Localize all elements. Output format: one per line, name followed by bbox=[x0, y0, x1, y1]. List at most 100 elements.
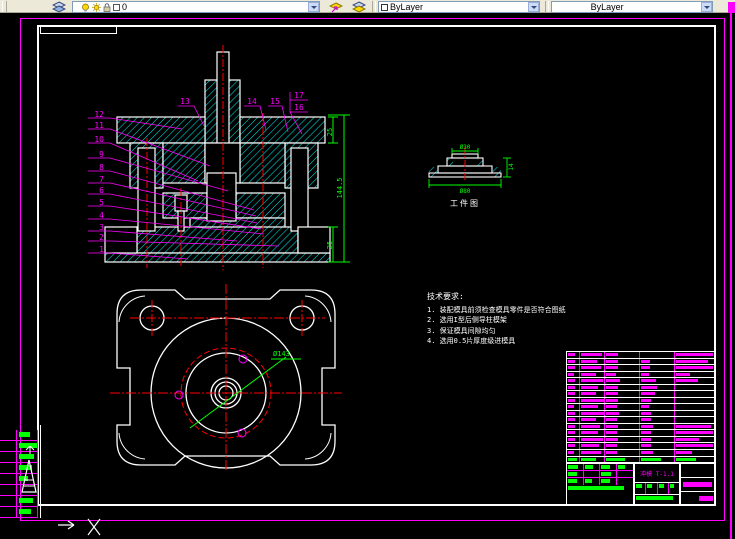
dim-plate-top: 25 bbox=[326, 128, 334, 136]
cell-material bbox=[640, 371, 676, 378]
cell-code bbox=[580, 397, 606, 404]
workpiece-dim-top: Ø30 bbox=[460, 144, 471, 151]
title-block-right bbox=[680, 463, 716, 506]
ucs-icon-fragment bbox=[58, 518, 101, 536]
cell-item-no bbox=[567, 456, 581, 463]
cell-material bbox=[640, 391, 676, 397]
make-object-layer-current-button[interactable] bbox=[326, 0, 346, 13]
cell-code bbox=[580, 456, 606, 463]
cell-item-no bbox=[567, 384, 581, 391]
layer-previous-button[interactable] bbox=[349, 0, 369, 13]
cell-remark bbox=[675, 385, 715, 391]
cell-material bbox=[640, 436, 676, 443]
frame-zone-box bbox=[40, 25, 117, 34]
drawing-code: 冲模 T-1.1 bbox=[634, 463, 680, 483]
svg-text:14: 14 bbox=[247, 97, 257, 106]
cell-code bbox=[580, 449, 606, 456]
cell-item-no bbox=[567, 358, 581, 365]
cell-code bbox=[580, 391, 606, 397]
layer-previous-icon bbox=[352, 1, 366, 13]
cell-item-no bbox=[567, 430, 581, 436]
dim-overall-height: 144.5 bbox=[336, 177, 344, 198]
notes-title: 技术要求: bbox=[427, 292, 464, 301]
cell-item-no bbox=[567, 449, 581, 456]
cell-name bbox=[605, 430, 640, 436]
cell-material bbox=[640, 443, 676, 449]
dim-plate-bottom: 25 bbox=[326, 241, 334, 249]
linetype-control-combo[interactable]: ByLayer bbox=[551, 1, 713, 13]
linetype-combo-arrow[interactable] bbox=[701, 2, 712, 12]
parts-list-table bbox=[566, 351, 716, 463]
cell-name bbox=[605, 391, 640, 397]
workpiece-dim-right: 14 bbox=[508, 163, 515, 171]
cell-name bbox=[605, 358, 640, 365]
cell-remark bbox=[675, 398, 715, 404]
cell-item-no bbox=[567, 443, 581, 449]
note-line: 2. 选用I型后侧导柱模架 bbox=[427, 316, 507, 324]
cell-code bbox=[580, 365, 606, 371]
mold-section-view: 25 144.5 25 12 11 10 9 8 7 6 5 4 3 2 1 1… bbox=[88, 45, 350, 270]
toolbar-separator bbox=[545, 1, 549, 12]
toolbar-separator bbox=[372, 1, 376, 12]
cell-remark bbox=[675, 430, 715, 436]
cell-material bbox=[640, 404, 676, 410]
cell-name bbox=[605, 410, 640, 417]
layer-properties-button[interactable] bbox=[50, 0, 68, 13]
cell-item-no bbox=[567, 436, 581, 443]
title-block: 冲模 T-1.1 bbox=[566, 351, 716, 506]
cell-code bbox=[580, 404, 606, 410]
cell-name bbox=[605, 378, 640, 384]
note-line: 3. 保证模具间隙均匀 bbox=[427, 326, 496, 335]
cell-remark bbox=[675, 450, 715, 456]
cell-code bbox=[580, 443, 606, 449]
cell-code bbox=[580, 423, 606, 430]
cell-material bbox=[640, 417, 676, 423]
table-row bbox=[0, 430, 37, 441]
app-window: { "toolbar": { "layer_combo": {"value": … bbox=[0, 0, 735, 539]
svg-text:15: 15 bbox=[270, 97, 280, 106]
cell-code bbox=[580, 436, 606, 443]
cell-name bbox=[605, 436, 640, 443]
viewport-right-edge bbox=[730, 13, 732, 539]
cell-remark bbox=[675, 437, 715, 443]
mark-cell bbox=[681, 464, 715, 478]
mold-plan-view: Ø143 bbox=[110, 284, 342, 470]
cell-item-no bbox=[567, 423, 581, 430]
current-color-value: ByLayer bbox=[390, 2, 424, 12]
cell-remark bbox=[675, 365, 715, 371]
paperspace-ucs-icon bbox=[21, 446, 37, 493]
sun-icon bbox=[92, 2, 101, 12]
toolbar-grip[interactable] bbox=[2, 1, 7, 12]
make-layer-current-icon bbox=[329, 2, 343, 13]
cell-item-no bbox=[567, 391, 581, 397]
cell-item-no bbox=[567, 410, 581, 417]
cell-name bbox=[605, 404, 640, 410]
cell-item-no bbox=[567, 378, 581, 384]
cell-material bbox=[640, 449, 676, 456]
scale-cell bbox=[681, 492, 715, 505]
cell-name bbox=[605, 456, 640, 463]
cell-remark bbox=[675, 359, 715, 365]
layers-toolbar: 0 ByLayer ByLayer bbox=[0, 0, 735, 13]
color-combo-arrow[interactable] bbox=[528, 2, 539, 12]
cell-remark bbox=[675, 424, 715, 430]
layer-combo-arrow[interactable] bbox=[308, 2, 319, 12]
lightbulb-icon bbox=[82, 3, 89, 11]
cell-code bbox=[580, 378, 606, 384]
bylayer-color-chip bbox=[381, 3, 388, 11]
title-block-lower: 冲模 T-1.1 bbox=[566, 463, 716, 506]
cell-name bbox=[605, 443, 640, 449]
svg-text:13: 13 bbox=[180, 97, 190, 106]
layer-combo[interactable]: 0 bbox=[72, 1, 320, 13]
bolt-circle-dim: Ø143 bbox=[273, 350, 290, 358]
signature-row bbox=[567, 471, 633, 479]
cell-name bbox=[605, 417, 640, 423]
cell-material bbox=[640, 410, 676, 417]
note-line: 4. 选用0.5片厚度级进模具 bbox=[427, 337, 516, 345]
cell-remark bbox=[675, 404, 715, 410]
cell-code bbox=[580, 352, 606, 358]
table-row bbox=[0, 507, 37, 518]
lock-icon bbox=[103, 2, 111, 12]
cell-name bbox=[605, 449, 640, 456]
color-control-combo[interactable]: ByLayer bbox=[378, 1, 540, 13]
